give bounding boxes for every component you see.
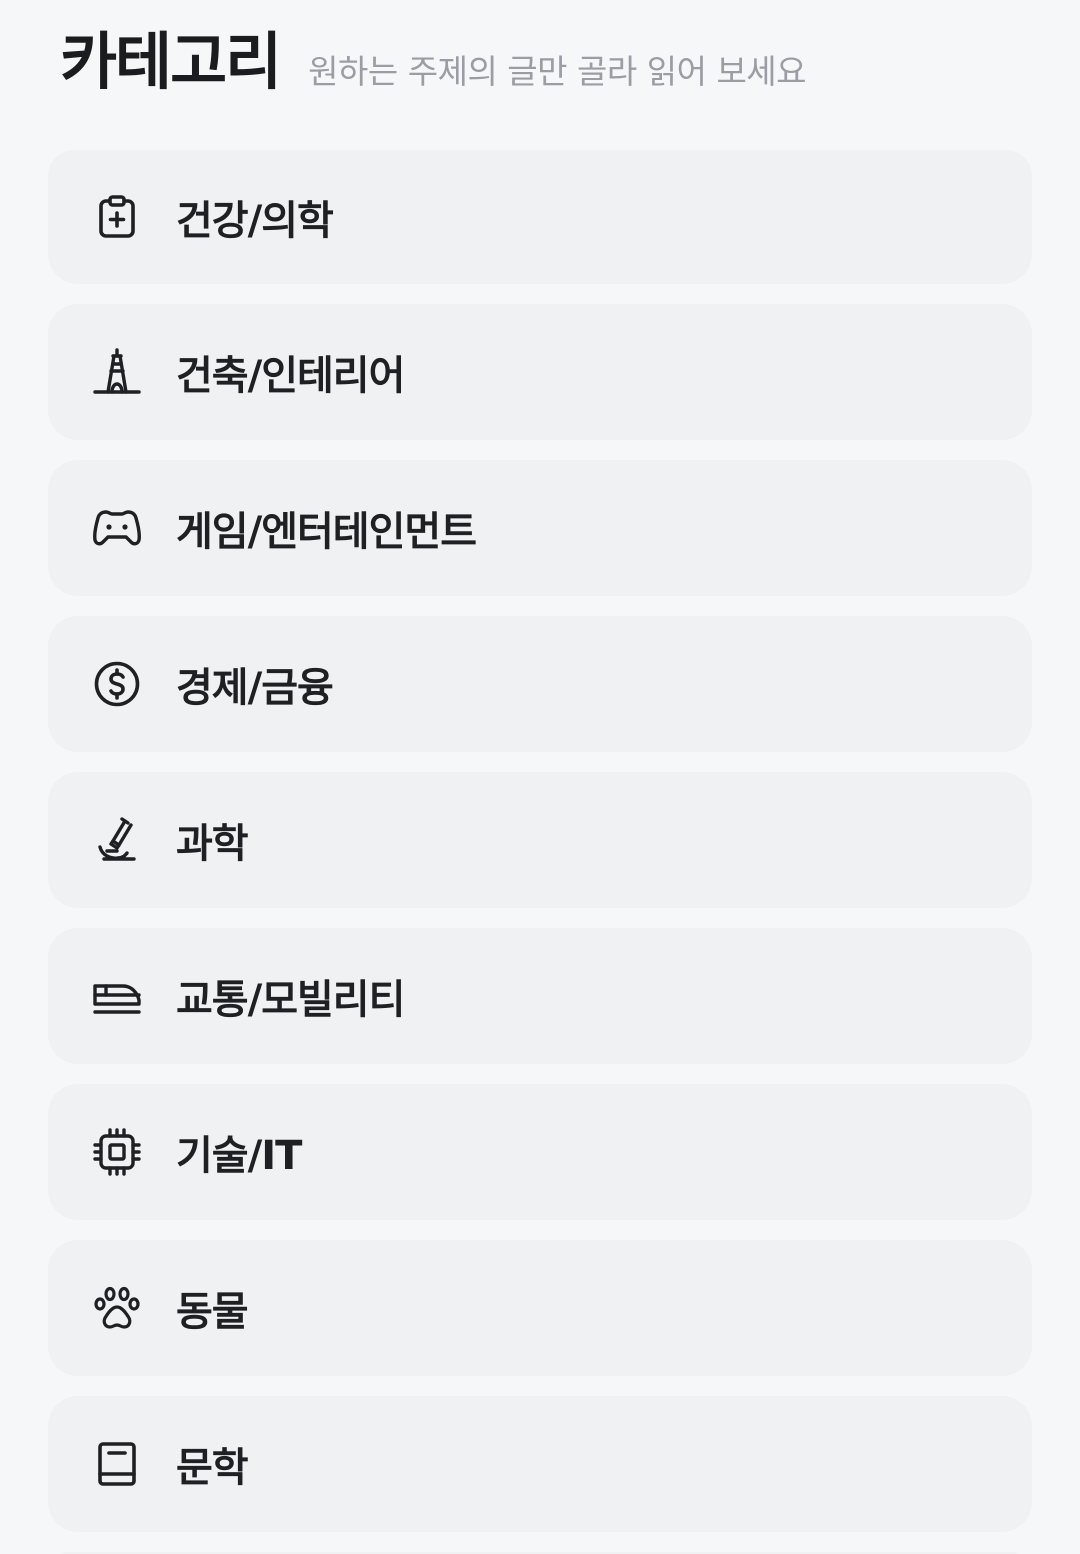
category-label: 문학 — [176, 1445, 249, 1491]
category-item-economy[interactable]: 경제/금융 — [48, 616, 1032, 752]
train-icon — [92, 971, 142, 1021]
page-header: 카테고리 원하는 주제의 글만 골라 읽어 보세요 — [60, 22, 807, 102]
page-subtitle: 원하는 주제의 글만 골라 읽어 보세요 — [308, 52, 807, 91]
paw-icon — [92, 1283, 142, 1333]
tower-icon — [92, 347, 142, 397]
chip-icon — [92, 1127, 142, 1177]
category-list: 건강/의학 건축/인테리어 게임/엔터테인먼트 경제/금융 과학 교통/모빌리티… — [48, 150, 1032, 1554]
category-item-transportation[interactable]: 교통/모빌리티 — [48, 928, 1032, 1064]
page-title: 카테고리 — [60, 25, 282, 98]
category-item-science[interactable]: 과학 — [48, 772, 1032, 908]
category-label: 건축/인테리어 — [176, 353, 405, 399]
category-label: 건강/의학 — [176, 198, 334, 244]
microscope-icon — [92, 815, 142, 865]
category-label: 동물 — [176, 1289, 249, 1335]
category-label: 교통/모빌리티 — [176, 977, 405, 1023]
category-label: 과학 — [176, 821, 249, 867]
category-item-health[interactable]: 건강/의학 — [48, 150, 1032, 284]
clipboard-plus-icon — [92, 192, 142, 242]
category-item-technology[interactable]: 기술/IT — [48, 1084, 1032, 1220]
gamepad-icon — [92, 503, 142, 553]
category-item-game[interactable]: 게임/엔터테인먼트 — [48, 460, 1032, 596]
category-item-architecture[interactable]: 건축/인테리어 — [48, 304, 1032, 440]
book-icon — [92, 1439, 142, 1489]
category-page: 카테고리 원하는 주제의 글만 골라 읽어 보세요 건강/의학 건축/인테리어 … — [0, 0, 1080, 1554]
category-item-literature[interactable]: 문학 — [48, 1396, 1032, 1532]
category-item-animals[interactable]: 동물 — [48, 1240, 1032, 1376]
category-label: 기술/IT — [176, 1133, 302, 1179]
category-label: 게임/엔터테인먼트 — [176, 509, 477, 555]
dollar-coin-icon — [92, 659, 142, 709]
category-label: 경제/금융 — [176, 665, 334, 711]
